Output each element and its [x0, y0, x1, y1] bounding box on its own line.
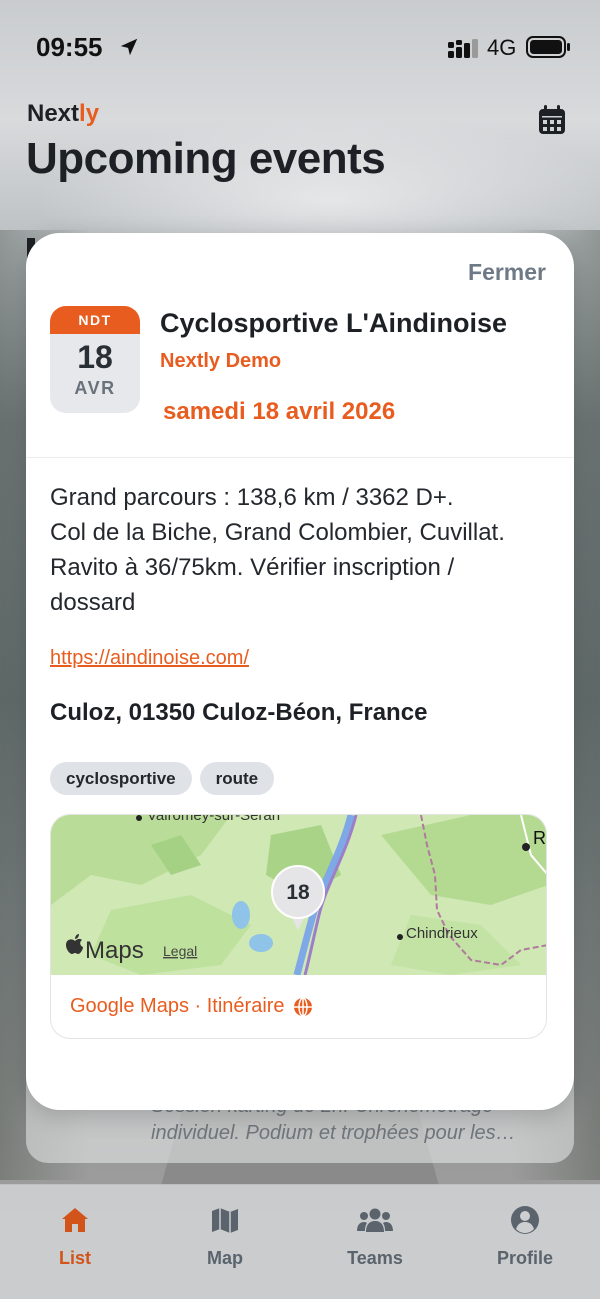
map-pin-label: 18	[286, 881, 310, 904]
badge-tag: NDT	[50, 306, 140, 334]
description-line: dossard	[50, 589, 136, 616]
calendar-icon[interactable]	[538, 105, 566, 135]
tag-chip: route	[199, 762, 275, 795]
event-website-link[interactable]: https://aindinoise.com/	[50, 647, 249, 670]
maps-brand-label: Maps	[85, 937, 144, 964]
map-card[interactable]: Valromey-sur-Séran R Chindrieux 18 Maps …	[50, 814, 547, 1039]
page-title: Upcoming events	[26, 134, 386, 183]
tab-map[interactable]: Map	[165, 1205, 285, 1269]
map-preview[interactable]: Valromey-sur-Séran R Chindrieux 18 Maps …	[51, 815, 547, 975]
description-line: Ravito à 36/75km. Vérifier inscription /	[50, 554, 455, 581]
status-bar: 09:55 4G	[0, 0, 600, 90]
tag-list: cyclosportive route	[50, 762, 275, 795]
location-arrow-icon	[120, 38, 138, 56]
close-button[interactable]: Fermer	[468, 259, 546, 286]
tab-label: List	[58, 1248, 91, 1268]
map-legal-link[interactable]: Legal	[163, 943, 197, 959]
tab-bar: List Map Teams Profile	[0, 1184, 600, 1299]
badge-day: 18	[77, 339, 113, 375]
profile-icon	[511, 1206, 539, 1234]
tab-label: Profile	[496, 1248, 553, 1268]
teams-icon	[357, 1208, 393, 1232]
map-place-label: Chindrieux	[406, 925, 478, 942]
brand-suffix: ly	[79, 100, 100, 127]
description-line: Col de la Biche, Grand Colombier, Cuvill…	[50, 519, 505, 546]
tag-chip: cyclosportive	[50, 762, 192, 795]
brand-prefix: Next	[27, 100, 80, 127]
home-icon	[62, 1208, 88, 1232]
description-line: Grand parcours : 138,6 km / 3362 D+.	[50, 484, 454, 511]
battery-icon	[526, 36, 570, 58]
map-directions-link[interactable]: Google Maps · Itinéraire	[70, 995, 313, 1018]
network-type: 4G	[487, 35, 517, 60]
map-edge-label: R	[533, 828, 546, 848]
event-date: samedi 18 avril 2026	[163, 398, 396, 425]
event-detail-modal: Fermer NDT 18 AVR Cyclosportive L'Aindin…	[26, 233, 574, 1110]
event-address: Culoz, 01350 Culoz-Béon, France	[50, 699, 428, 726]
divider	[26, 457, 574, 458]
tab-teams[interactable]: Teams	[315, 1205, 435, 1269]
event-description: Grand parcours : 138,6 km / 3362 D+. Col…	[50, 480, 550, 620]
tab-label: Map	[207, 1248, 243, 1268]
tab-profile[interactable]: Profile	[465, 1205, 585, 1269]
event-title: Cyclosportive L'Aindinoise	[160, 308, 507, 338]
tab-list[interactable]: List	[15, 1205, 135, 1269]
event-organizer: Nextly Demo	[160, 350, 282, 372]
badge-month: AVR	[74, 378, 116, 398]
map-icon	[212, 1208, 238, 1233]
underlying-text-line: individuel. Podium et trophées pour les…	[151, 1122, 516, 1144]
status-time: 09:55	[36, 32, 103, 62]
map-top-label: Valromey-sur-Séran	[147, 815, 280, 824]
brand-logo: Nextly	[27, 100, 99, 128]
date-badge: NDT 18 AVR	[50, 306, 140, 413]
tab-label: Teams	[347, 1248, 403, 1268]
cellular-signal-icon	[448, 39, 478, 58]
globe-icon	[293, 996, 312, 1017]
map-directions-label: Google Maps · Itinéraire	[70, 995, 285, 1017]
